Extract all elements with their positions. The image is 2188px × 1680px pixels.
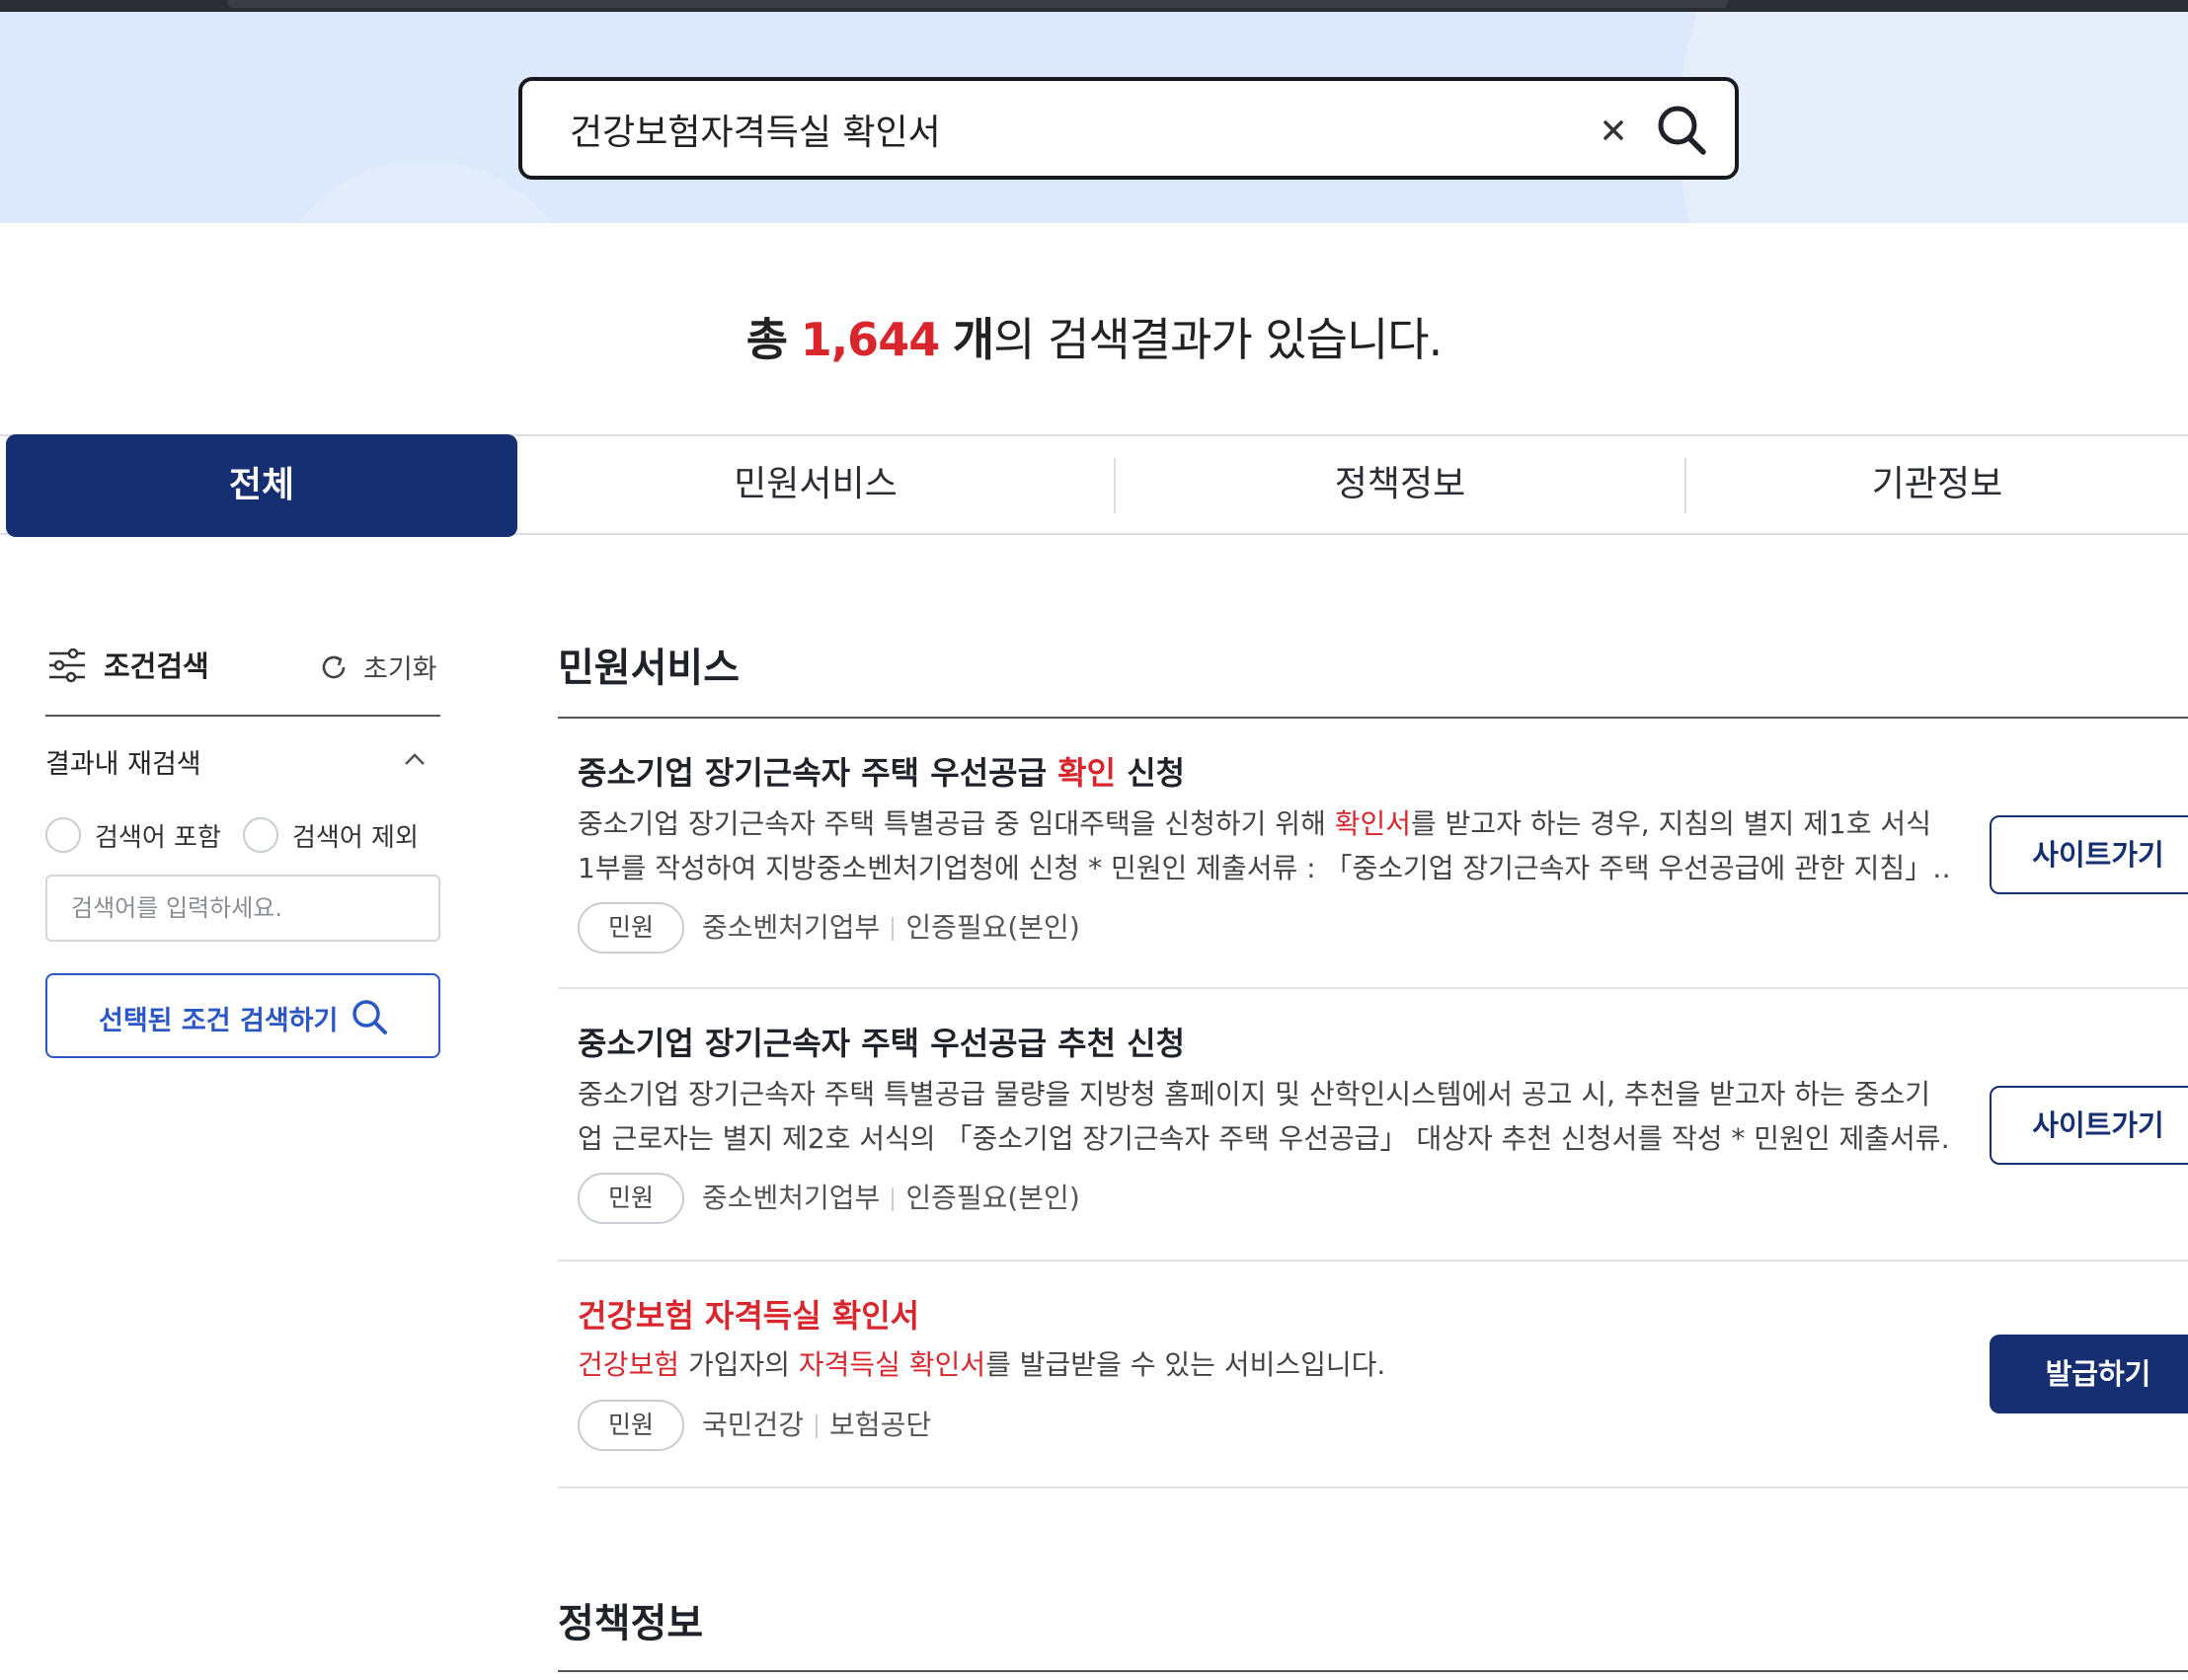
radio-circle bbox=[45, 817, 81, 853]
result-meta: 중소벤처기업부 인증필요(본인) bbox=[702, 906, 1080, 946]
refine-search-title: 결과내 재검색 bbox=[45, 749, 201, 780]
meta-divider bbox=[892, 1187, 895, 1211]
desc-text: 중소기업 장기근속자 주택 특별공급 물량을 지방청 홈페이지 및 산학인시스템… bbox=[578, 1078, 1930, 1110]
desc-text: 가입자의 bbox=[679, 1348, 799, 1381]
search-box bbox=[518, 77, 1739, 180]
agency-name: 중소벤처기업부 bbox=[702, 911, 881, 944]
conditional-search-label: 선택된 조건 검색하기 bbox=[99, 1006, 339, 1036]
result-count-number: 1,644 bbox=[800, 313, 941, 366]
chevron-up-icon bbox=[405, 753, 425, 765]
close-icon bbox=[1603, 120, 1623, 140]
result-title[interactable]: 건강보험 자격득실 확인서 bbox=[578, 1291, 919, 1336]
search-input[interactable] bbox=[568, 99, 1559, 160]
category-badge: 민원 bbox=[578, 902, 684, 954]
category-tabs: 전체 민원서비스 정책정보 기관정보 bbox=[0, 434, 2188, 537]
clear-search-button[interactable] bbox=[1594, 111, 1633, 150]
desc-text: 를 발급받을 수 있는 서비스입니다. bbox=[985, 1348, 1386, 1381]
result-count-unit: 개 bbox=[952, 313, 994, 366]
window-top-bar-inner bbox=[227, 0, 1728, 8]
category-badge: 민원 bbox=[578, 1400, 684, 1451]
desc-highlight: 건강보험 bbox=[578, 1348, 680, 1381]
result-count-prefix: 총 bbox=[745, 313, 788, 366]
agency-name: 국민건강 bbox=[702, 1409, 805, 1441]
tab-all[interactable]: 전체 bbox=[6, 434, 517, 537]
exclude-keyword-label: 검색어 제외 bbox=[292, 823, 419, 853]
search-hero bbox=[0, 12, 2188, 223]
site-link-button[interactable]: 사이트가기 bbox=[1990, 815, 2188, 894]
desc-text: 중소기업 장기근속자 주택 특별공급 중 임대주택을 신청하기 위해 bbox=[578, 807, 1335, 840]
search-icon bbox=[1658, 106, 1706, 155]
refine-keyword-input[interactable] bbox=[45, 875, 440, 942]
tab-agency-info[interactable]: 기관정보 bbox=[1686, 436, 2188, 533]
search-icon bbox=[352, 1000, 387, 1034]
filter-sliders-icon bbox=[47, 646, 87, 685]
reset-refresh-icon bbox=[322, 655, 346, 679]
result-meta: 국민건강 보험공단 bbox=[702, 1404, 931, 1443]
result-count-summary: 총 1,644 개의 검색결과가 있습니다. bbox=[0, 304, 2188, 369]
result-divider bbox=[558, 1487, 2188, 1489]
section-divider bbox=[558, 1670, 2188, 1672]
desc-highlight: 자격득실 확인서 bbox=[798, 1348, 986, 1381]
meta-divider bbox=[892, 917, 895, 941]
auth-requirement: 인증필요(본인) bbox=[905, 911, 1080, 944]
desc-highlight: 확인서 bbox=[1334, 807, 1412, 840]
result-title[interactable]: 중소기업 장기근속자 주택 우선공급 추천 신청 bbox=[578, 1019, 1185, 1064]
agency-name: 보험공단 bbox=[829, 1409, 932, 1441]
include-keyword-label: 검색어 포함 bbox=[95, 823, 221, 853]
category-badge: 민원 bbox=[578, 1173, 684, 1224]
meta-divider bbox=[816, 1414, 819, 1438]
result-description: 건강보험 가입자의 자격득실 확인서를 발급받을 수 있는 서비스입니다. bbox=[578, 1342, 1950, 1387]
result-count-suffix: 의 검색결과가 있습니다. bbox=[993, 313, 1443, 366]
result-title-text: 중소기업 장기근속자 주택 우선공급 bbox=[578, 754, 1058, 792]
conditional-search-button[interactable]: 선택된 조건 검색하기 bbox=[45, 973, 440, 1058]
section-title-policy-info: 정책정보 bbox=[558, 1601, 704, 1646]
radio-circle bbox=[243, 817, 278, 853]
refine-collapse-toggle[interactable] bbox=[399, 744, 430, 776]
result-title-highlight: 확인 bbox=[1057, 754, 1117, 792]
filter-title: 조건검색 bbox=[104, 649, 209, 683]
sidebar-divider bbox=[45, 715, 440, 717]
result-item: 중소기업 장기근속자 주택 우선공급 확인 신청 중소기업 장기근속자 주택 특… bbox=[558, 719, 2188, 987]
issue-button[interactable]: 발급하기 bbox=[1990, 1335, 2188, 1413]
section-title-civil-services: 민원서비스 bbox=[558, 646, 740, 691]
desc-text: 1부를 작성하여 지방중소벤처기업청에 신청 * 민원인 제출서류 : 「중소기… bbox=[578, 852, 1950, 884]
result-title-text: 신청 bbox=[1116, 754, 1186, 792]
desc-text: 를 받고자 하는 경우, 지침의 별지 제1호 서식 bbox=[1411, 807, 1931, 840]
result-item: 건강보험 자격득실 확인서 건강보험 가입자의 자격득실 확인서를 발급받을 수… bbox=[558, 1261, 2188, 1487]
result-meta: 중소벤처기업부 인증필요(본인) bbox=[702, 1177, 1080, 1216]
reset-label: 초기화 bbox=[363, 654, 437, 685]
site-link-button[interactable]: 사이트가기 bbox=[1990, 1086, 2188, 1165]
result-item: 중소기업 장기근속자 주택 우선공급 추천 신청 중소기업 장기근속자 주택 특… bbox=[558, 989, 2188, 1260]
window-top-bar bbox=[0, 0, 2188, 12]
tab-policy-info[interactable]: 정책정보 bbox=[1116, 436, 1684, 533]
desc-text: 업 근로자는 별지 제2호 서식의 「중소기업 장기근속자 주택 우선공급」 대… bbox=[578, 1122, 1950, 1155]
tab-civil-services[interactable]: 민원서비스 bbox=[517, 436, 1114, 533]
result-description: 중소기업 장기근속자 주택 특별공급 물량을 지방청 홈페이지 및 산학인시스템… bbox=[578, 1072, 1950, 1161]
result-description: 중소기업 장기근속자 주택 특별공급 중 임대주택을 신청하기 위해 확인서를 … bbox=[578, 802, 1950, 890]
auth-requirement: 인증필요(본인) bbox=[905, 1182, 1080, 1214]
search-button[interactable] bbox=[1650, 99, 1713, 162]
result-title[interactable]: 중소기업 장기근속자 주택 우선공급 확인 신청 bbox=[578, 748, 1185, 794]
agency-name: 중소벤처기업부 bbox=[702, 1182, 881, 1214]
hero-decoration-circle bbox=[1679, 12, 2188, 223]
